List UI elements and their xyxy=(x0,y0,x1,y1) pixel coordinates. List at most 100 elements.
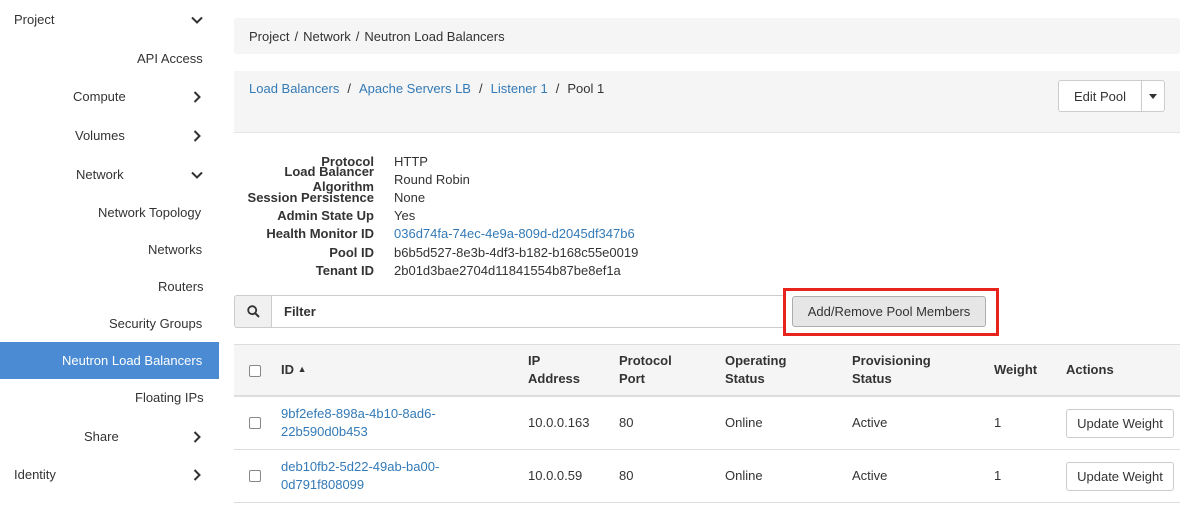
cell-provisioning-status: Active xyxy=(852,415,888,430)
sidebar-item-label: Identity xyxy=(14,467,56,482)
sidebar-item-routers[interactable]: Routers xyxy=(0,268,219,305)
breadcrumb-item: Neutron Load Balancers xyxy=(364,28,505,44)
filter-input[interactable] xyxy=(272,295,785,328)
detail-row: Admin State Up Yes xyxy=(234,207,734,225)
sidebar-item-neutron-load-balancers[interactable]: Neutron Load Balancers xyxy=(0,342,219,379)
sidebar-item-label: Share xyxy=(84,429,119,444)
detail-label: Session Persistence xyxy=(247,189,374,205)
update-weight-button[interactable]: Update Weight xyxy=(1066,462,1174,491)
page-header: Load Balancers / Apache Servers LB / Lis… xyxy=(234,71,1180,133)
cell-ip-address: 10.0.0.163 xyxy=(528,415,590,430)
breadcrumb-separator: / xyxy=(294,28,299,44)
breadcrumb-separator: / xyxy=(347,81,351,96)
sidebar-item-network-topology[interactable]: Network Topology xyxy=(0,194,219,231)
sidebar-item-compute[interactable]: Compute xyxy=(0,78,219,115)
sidebar-item-label: Security Groups xyxy=(109,316,203,331)
breadcrumb-separator: / xyxy=(478,81,483,96)
detail-value: None xyxy=(394,189,426,205)
sidebar-item-label: Networks xyxy=(148,242,203,257)
column-header-operating-status[interactable]: Operating Status xyxy=(725,352,786,388)
search-icon xyxy=(246,305,260,318)
page-breadcrumb: Load Balancers / Apache Servers LB / Lis… xyxy=(249,81,604,96)
cell-provisioning-status: Active xyxy=(852,468,888,483)
sidebar-item-label: Routers xyxy=(158,279,204,294)
chevron-right-icon xyxy=(193,430,201,443)
detail-row: Session Persistence None xyxy=(234,188,734,206)
sidebar-item-label: Volumes xyxy=(75,128,125,143)
breadcrumb-item: Network xyxy=(303,28,351,44)
column-header-label: Status xyxy=(852,371,892,386)
detail-row: Pool ID b6b5d527-8e3b-4df3-b182-b168c55e0… xyxy=(234,243,734,261)
chevron-right-icon xyxy=(193,90,201,103)
sidebar-item-api-access[interactable]: API Access xyxy=(0,40,219,77)
column-header-weight[interactable]: Weight xyxy=(994,361,1037,379)
column-header-protocol-port[interactable]: Protocol Port xyxy=(619,352,672,388)
sort-ascending-icon: ▲ xyxy=(297,364,307,374)
table-header: ID ▲ IP Address Protocol Port Operating Sta… xyxy=(234,344,1180,397)
sidebar-item-network[interactable]: Network xyxy=(0,156,219,193)
member-id-part: 0d791f808099 xyxy=(281,477,365,492)
member-id-part: 22b590d0b453 xyxy=(281,424,368,439)
cell-weight: 1 xyxy=(994,415,1002,430)
cell-operating-status: Online xyxy=(725,468,763,483)
sidebar-item-security-groups[interactable]: Security Groups xyxy=(0,305,219,342)
sidebar-item-label: API Access xyxy=(137,51,203,66)
column-header-provisioning-status[interactable]: Provisioning Status xyxy=(852,352,931,388)
detail-value: b6b5d527-8e3b-4df3-b182-b168c55e0019 xyxy=(394,244,639,260)
detail-label: Tenant ID xyxy=(315,262,374,278)
sidebar-item-networks[interactable]: Networks xyxy=(0,231,219,268)
chevron-right-icon xyxy=(193,468,201,481)
member-id-link[interactable]: deb10fb2-5d22-49ab-ba00- 0d791f808099 xyxy=(281,458,439,494)
detail-value: 2b01d3bae2704d11841554b87be8ef1a xyxy=(394,262,621,278)
table-row: deb10fb2-5d22-49ab-ba00- 0d791f808099 10.… xyxy=(234,450,1180,503)
edit-pool-dropdown-toggle[interactable] xyxy=(1142,80,1165,112)
crumb-load-balancers-link[interactable]: Load Balancers xyxy=(249,81,339,96)
detail-label: Pool ID xyxy=(329,244,374,260)
column-header-label: Operating xyxy=(725,353,787,368)
add-remove-pool-members-button[interactable]: Add/Remove Pool Members xyxy=(792,296,986,327)
breadcrumb: Project / Network / Neutron Load Balance… xyxy=(234,18,1180,54)
row-checkbox[interactable] xyxy=(249,470,261,482)
member-id-part: 9bf2efe8-898a-4b10-8ad6- xyxy=(281,406,436,421)
column-header-label: IP xyxy=(528,353,541,368)
table-row: 9bf2efe8-898a-4b10-8ad6- 22b590d0b453 10.… xyxy=(234,397,1180,450)
detail-row: Load Balancer Algorithm Round Robin xyxy=(234,164,734,194)
sidebar: Project API Access Compute Volumes Netwo… xyxy=(0,0,219,512)
sidebar-item-project[interactable]: Project xyxy=(0,1,219,38)
edit-pool-button-group: Edit Pool xyxy=(1058,80,1165,112)
sidebar-item-floating-ips[interactable]: Floating IPs xyxy=(0,379,219,416)
cell-weight: 1 xyxy=(994,468,1002,483)
member-id-link[interactable]: 9bf2efe8-898a-4b10-8ad6- 22b590d0b453 xyxy=(281,405,436,441)
sidebar-item-volumes[interactable]: Volumes xyxy=(0,117,219,154)
sidebar-item-share[interactable]: Share xyxy=(0,418,219,455)
sidebar-item-label: Network Topology xyxy=(98,205,202,220)
detail-value: Yes xyxy=(394,208,416,224)
sidebar-item-label: Network xyxy=(76,167,124,182)
chevron-right-icon xyxy=(193,129,201,142)
select-all-checkbox[interactable] xyxy=(249,365,261,377)
chevron-down-icon xyxy=(191,171,203,179)
column-header-label: Address xyxy=(528,371,581,386)
filter-bar xyxy=(234,295,785,328)
column-header-ip-address[interactable]: IP Address xyxy=(528,352,580,388)
cell-ip-address: 10.0.0.59 xyxy=(528,468,583,483)
crumb-listener-link[interactable]: Listener 1 xyxy=(491,81,548,96)
chevron-down-icon xyxy=(191,16,203,24)
sidebar-item-label: Neutron Load Balancers xyxy=(62,353,203,368)
search-button[interactable] xyxy=(234,295,272,328)
crumb-load-balancer-link[interactable]: Apache Servers LB xyxy=(359,81,471,96)
sidebar-item-identity[interactable]: Identity xyxy=(0,456,219,493)
detail-value: Round Robin xyxy=(394,171,470,187)
update-weight-button[interactable]: Update Weight xyxy=(1066,409,1174,438)
row-checkbox[interactable] xyxy=(249,417,261,429)
health-monitor-link[interactable]: 036d74fa-74ec-4e9a-809d-d2045df347b6 xyxy=(394,226,635,241)
edit-pool-button[interactable]: Edit Pool xyxy=(1058,80,1142,112)
detail-row: Health Monitor ID 036d74fa-74ec-4e9a-809d… xyxy=(234,225,734,243)
sidebar-item-label: Floating IPs xyxy=(135,390,204,405)
column-header-id[interactable]: ID ▲ xyxy=(281,361,307,380)
cell-operating-status: Online xyxy=(725,415,763,430)
sidebar-item-label: Compute xyxy=(73,89,126,104)
detail-label: Health Monitor ID xyxy=(266,226,374,242)
detail-row: Tenant ID 2b01d3bae2704d11841554b87be8ef1… xyxy=(234,261,734,279)
breadcrumb-separator: / xyxy=(555,81,560,96)
